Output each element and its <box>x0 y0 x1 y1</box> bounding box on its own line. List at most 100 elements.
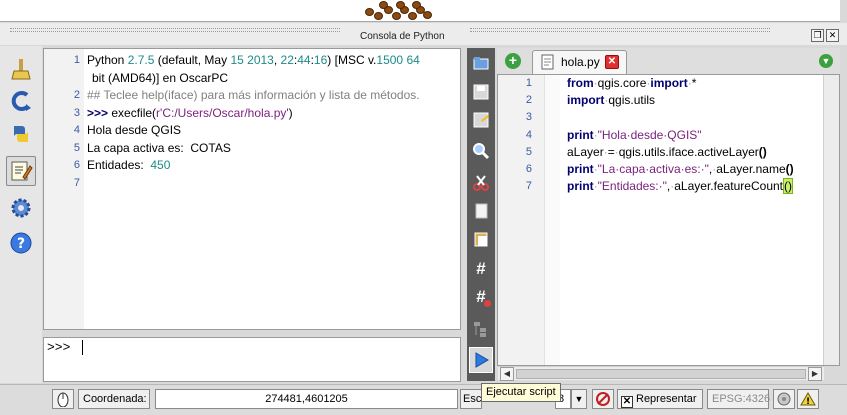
editor-line: print·"Hola·desde·QGIS" <box>567 127 702 142</box>
settings-gear-icon <box>11 198 31 218</box>
input-caret <box>82 340 83 355</box>
scale-dropdown-icon[interactable]: ▼ <box>571 389 587 409</box>
cut-icon <box>473 175 489 191</box>
run-script-button[interactable] <box>469 347 493 373</box>
close-tab-icon[interactable]: ✕ <box>605 55 619 69</box>
dock-title: Consola de Python <box>360 31 445 42</box>
map-canvas[interactable] <box>0 0 840 22</box>
find-button[interactable] <box>470 140 492 162</box>
render-label: Representar <box>636 393 697 405</box>
object-inspector-icon <box>474 322 486 337</box>
scroll-thumb[interactable] <box>516 369 806 379</box>
console-line-number: 6 <box>73 159 80 171</box>
console-line: Python 2.7.5 (default, May 15 2013, 22:4… <box>87 53 420 67</box>
tab-list-dropdown-icon[interactable]: ▼ <box>819 54 833 68</box>
map-feature-point <box>423 11 432 19</box>
close-dock-icon[interactable]: ✕ <box>826 29 839 42</box>
run-script-tooltip: Ejecutar script <box>481 383 561 402</box>
toggle-extents-button[interactable] <box>52 389 74 409</box>
scroll-left-icon[interactable]: ◀ <box>500 367 514 381</box>
console-line: Hola desde QGIS <box>87 123 182 137</box>
cut-button[interactable] <box>470 172 492 194</box>
editor-line-number: 3 <box>525 111 532 124</box>
editor-fold-margin <box>544 75 560 365</box>
editor-tab-bar: + hola.py ✕ ▼ <box>497 48 840 74</box>
console-input[interactable]: >>> <box>43 337 461 382</box>
new-tab-icon[interactable]: + <box>505 53 521 69</box>
import-class-button[interactable] <box>6 86 36 116</box>
object-inspector-button[interactable] <box>470 318 492 340</box>
show-editor-icon <box>11 161 33 181</box>
coord-field[interactable]: 274481,4601205 <box>155 389 458 409</box>
copy-button[interactable] <box>470 200 492 222</box>
console-line: La capa activa es: COTAS <box>87 140 231 155</box>
render-checkbox[interactable]: ✕ Representar <box>617 389 703 409</box>
warning-icon: ! <box>800 392 816 407</box>
console-line-number: 5 <box>73 141 80 154</box>
no-render-icon <box>596 392 610 406</box>
help-icon: ? <box>10 232 32 254</box>
console-line: >>> execfile(r'C:/Users/Oscar/hola.py') <box>87 105 293 120</box>
paste-button[interactable] <box>470 228 492 250</box>
svg-text:!: ! <box>806 397 810 407</box>
scale-label: Esc <box>460 389 482 409</box>
coord-label: Coordenada: <box>78 389 150 409</box>
editor-line: print·"Entidades:·",·aLayer.featureCount… <box>567 178 793 195</box>
epsg-field[interactable]: EPSG:4326 <box>707 389 770 409</box>
console-line: bit (AMD64)] en OscarPC <box>92 70 229 85</box>
console-line-number: 7 <box>73 176 80 189</box>
editor-horizontal-scrollbar[interactable]: ◀ ▶ <box>498 366 824 381</box>
editor-line-number: 4 <box>525 128 532 141</box>
editor-line-number: 5 <box>525 145 532 158</box>
console-output[interactable]: 1 Python 2.7.5 (default, May 15 2013, 22:… <box>43 48 461 330</box>
editor-line: aLayer·=·qgis.utils.iface.activeLayer() <box>567 144 767 159</box>
uncomment-button[interactable]: # <box>470 286 492 308</box>
clear-console-icon <box>11 59 31 80</box>
save-as-icon <box>473 112 489 128</box>
editor-toolbar: # # <box>467 48 495 381</box>
status-bar: Coordenada: 274481,4601205 Esc 8 ▼ ✕ Repr… <box>0 384 847 415</box>
open-file-button[interactable] <box>470 52 492 74</box>
projection-globe-icon <box>777 392 791 406</box>
console-toolbar: ? <box>0 46 42 383</box>
map-feature-point <box>392 12 401 20</box>
projection-button[interactable] <box>773 389 795 409</box>
file-icon <box>541 54 554 70</box>
help-button[interactable]: ? <box>6 228 36 258</box>
settings-button[interactable] <box>6 193 36 223</box>
checkbox-checked-icon: ✕ <box>621 396 633 408</box>
python-run-button[interactable] <box>6 119 36 149</box>
python-run-icon <box>14 126 28 142</box>
console-line-number: 2 <box>73 89 80 101</box>
tab-label: hola.py <box>561 55 600 69</box>
comment-button[interactable]: # <box>470 258 492 280</box>
map-feature-point <box>379 1 388 9</box>
paste-icon <box>474 232 488 247</box>
editor-line: print·"La·capa·activa·es:·",·aLayer.name… <box>567 162 794 176</box>
editor-vertical-scrollbar[interactable] <box>823 75 839 365</box>
messages-button[interactable]: ! <box>797 389 819 409</box>
map-feature-point <box>374 12 383 20</box>
console-line-number: 3 <box>73 106 80 119</box>
comment-icon: # <box>476 259 486 278</box>
open-file-icon <box>473 57 489 70</box>
scroll-right-icon[interactable]: ▶ <box>808 367 822 381</box>
console-line: ## Teclee help(iface) para más informaci… <box>87 88 420 102</box>
code-editor[interactable]: 1 from·qgis.core·import·* 2 import·qgis.uti… <box>497 74 840 366</box>
clear-console-button[interactable] <box>6 54 36 84</box>
show-editor-button[interactable] <box>6 156 36 186</box>
float-dock-icon[interactable]: ❐ <box>811 29 824 42</box>
console-splitter[interactable] <box>43 330 461 337</box>
uncomment-badge <box>484 300 491 307</box>
editor-line-number: 2 <box>525 94 532 107</box>
save-as-button[interactable] <box>470 109 492 131</box>
run-script-icon <box>475 352 489 368</box>
map-feature-point <box>396 1 405 9</box>
stop-render-button[interactable] <box>592 389 614 409</box>
map-feature-point <box>412 1 421 9</box>
editor-line-number: 6 <box>525 163 532 175</box>
tab-hola-py[interactable]: hola.py ✕ <box>532 50 627 74</box>
save-file-icon <box>473 84 489 100</box>
svg-text:?: ? <box>17 236 25 252</box>
save-file-button[interactable] <box>470 81 492 103</box>
